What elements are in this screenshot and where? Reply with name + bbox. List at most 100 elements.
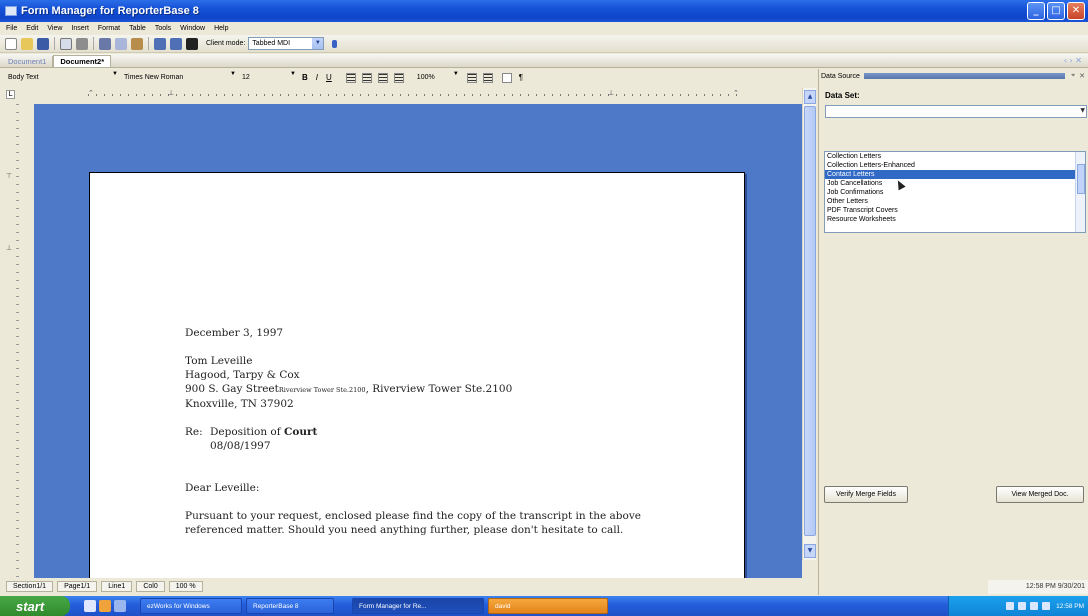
system-tray: 12:58 PM [948, 596, 1088, 616]
ruler-tab-marker[interactable]: ⊥ [168, 89, 174, 97]
tray-app-icon[interactable] [1042, 602, 1051, 610]
salutation: Dear Leveille: [185, 482, 260, 494]
menu-file[interactable]: File [6, 25, 17, 32]
app-icon [5, 6, 17, 16]
tray-security-icon[interactable] [1018, 602, 1027, 610]
ruler-tab-marker[interactable]: ⊥ [608, 89, 614, 97]
scroll-thumb[interactable] [804, 106, 816, 536]
document-canvas[interactable]: December 3, 1997 Tom Leveille Hagood, Ta… [34, 104, 802, 578]
menu-view[interactable]: View [47, 25, 62, 32]
dataset-option[interactable]: Collection Letters [825, 152, 1085, 161]
minimize-button[interactable]: _ [1027, 2, 1045, 20]
ruler-scale[interactable]: ⌃ ⊥ ⊥ ⌃ [88, 89, 740, 100]
save-icon[interactable] [37, 37, 49, 50]
zoom-value: 100% [416, 74, 435, 81]
print-icon[interactable] [76, 37, 88, 50]
ruler-indent-marker[interactable]: ⌃ [88, 89, 94, 97]
chevron-down-icon: ▼ [312, 38, 324, 49]
tab-stop-selector[interactable]: L [6, 90, 15, 99]
font-size-select[interactable]: 12 ▼ [238, 71, 298, 84]
pin-icon[interactable]: ⌖ [1071, 72, 1075, 80]
verify-merge-fields-button[interactable]: Verify Merge Fields [824, 486, 908, 503]
new-document-icon[interactable] [5, 37, 17, 50]
dataset-option[interactable]: Job Confirmations [825, 188, 1085, 197]
client-mode-label: Client mode: [206, 40, 246, 47]
dataset-option[interactable]: Collection Letters-Enhanced [825, 161, 1085, 170]
menu-tools[interactable]: Tools [155, 25, 171, 32]
bullets-icon[interactable] [466, 72, 477, 83]
status-section: Section1/1 [6, 580, 54, 592]
underline-button[interactable]: U [326, 73, 332, 82]
address-suffix: , Riverview Tower Ste.2100 [365, 383, 513, 395]
show-formatting-icon[interactable]: ¶ [519, 73, 523, 82]
paste-icon[interactable] [131, 37, 143, 50]
start-button[interactable]: start [0, 596, 70, 616]
menu-window[interactable]: Window [180, 25, 205, 32]
maximize-button[interactable]: □ [1047, 2, 1065, 20]
find-binoculars-icon[interactable] [186, 37, 198, 50]
ruler-margin-marker[interactable]: ⊥ [6, 244, 12, 252]
tab-document2[interactable]: Document2* [53, 55, 112, 67]
dataset-option[interactable]: Job Cancellations [825, 179, 1085, 188]
zoom-select[interactable]: 100% ▼ [413, 71, 461, 84]
align-right-icon[interactable] [377, 72, 388, 83]
letter-body[interactable]: December 3, 1997 Tom Leveille Hagood, Ta… [185, 326, 641, 537]
taskbar-item-reporterbase[interactable]: ReporterBase 8 [246, 598, 334, 614]
menu-table[interactable]: Table [129, 25, 146, 32]
align-left-icon[interactable] [345, 72, 356, 83]
ruler-right-indent-marker[interactable]: ⌃ [733, 89, 739, 97]
status-line: Line1 [101, 580, 133, 592]
dataset-list-scrollbar[interactable] [1075, 152, 1085, 232]
justify-icon[interactable] [393, 72, 404, 83]
dataset-dropdown-list[interactable]: Collection Letters Collection Letters-En… [824, 151, 1086, 233]
scroll-down-icon[interactable]: ▼ [804, 544, 816, 558]
panel-close-icon[interactable]: ✕ [1079, 72, 1085, 80]
copy-icon[interactable] [115, 37, 127, 50]
scroll-up-icon[interactable]: ▲ [804, 90, 816, 104]
cut-icon[interactable] [99, 37, 111, 50]
print-preview-icon[interactable] [60, 37, 72, 50]
font-value: Times New Roman [124, 74, 184, 81]
document-scrollbar[interactable]: ▲ ▼ [802, 88, 816, 560]
ruler-margin-marker[interactable]: ⊤ [6, 172, 12, 180]
close-button[interactable]: ✕ [1067, 2, 1085, 20]
tab-document1[interactable]: Document1 [2, 56, 54, 67]
menu-edit[interactable]: Edit [26, 25, 38, 32]
menu-insert[interactable]: Insert [71, 25, 89, 32]
bold-button[interactable]: B [302, 73, 308, 82]
font-select[interactable]: Times New Roman ▼ [120, 71, 238, 84]
menu-format[interactable]: Format [98, 25, 120, 32]
show-desktop-icon[interactable] [84, 600, 96, 612]
toolbar-options-icon[interactable] [332, 39, 338, 48]
view-merged-doc-button[interactable]: View Merged Doc. [996, 486, 1084, 503]
tray-network-icon[interactable] [1006, 602, 1015, 610]
menu-help[interactable]: Help [214, 25, 228, 32]
italic-button[interactable]: I [316, 73, 318, 82]
undo-icon[interactable] [154, 37, 166, 50]
re-date: 08/08/1997 [210, 440, 271, 452]
dataset-option[interactable]: PDF Transcript Covers [825, 206, 1085, 215]
taskbar-item-ezworks[interactable]: ezWorks for Windows [140, 598, 242, 614]
insert-field-icon[interactable] [501, 72, 512, 83]
style-select[interactable]: Body Text ▼ [4, 71, 120, 84]
numbering-icon[interactable] [482, 72, 493, 83]
browser-icon[interactable] [99, 600, 111, 612]
scroll-thumb[interactable] [1077, 164, 1085, 194]
align-center-icon[interactable] [361, 72, 372, 83]
redo-icon[interactable] [170, 37, 182, 50]
taskbar-item-form-manager[interactable]: Form Manager for Re... [352, 598, 484, 614]
client-mode-select[interactable]: Tabbed MDI ▼ [248, 37, 325, 50]
dataset-option-selected[interactable]: Contact Letters [825, 170, 1085, 179]
dataset-select[interactable]: ▼ [825, 105, 1087, 118]
tray-volume-icon[interactable] [1030, 602, 1039, 610]
taskbar-item-david[interactable]: david [488, 598, 608, 614]
dataset-option[interactable]: Resource Worksheets [825, 215, 1085, 224]
dataset-option[interactable]: Other Letters [825, 197, 1085, 206]
document-page[interactable]: December 3, 1997 Tom Leveille Hagood, Ta… [89, 172, 745, 578]
tray-clock[interactable]: 12:58 PM [1056, 603, 1084, 610]
quick-launch-more-icon[interactable] [114, 600, 126, 612]
open-folder-icon[interactable] [21, 37, 33, 50]
recipient-name: Tom Leveille [185, 355, 253, 367]
tab-navigation-icon[interactable]: ‹ › ✕ [1064, 56, 1082, 65]
font-size-value: 12 [242, 74, 250, 81]
